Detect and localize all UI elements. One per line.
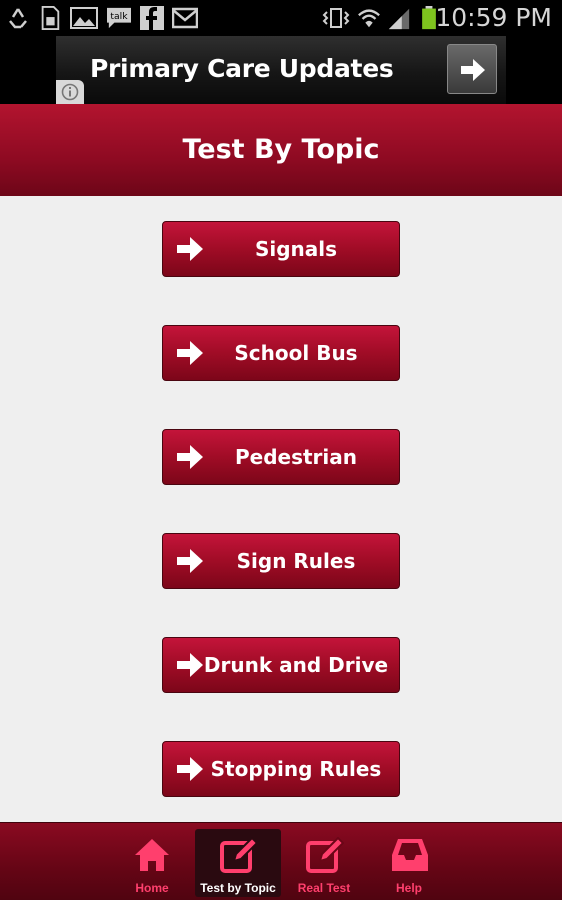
nav-label: Home (135, 881, 169, 895)
status-time: 10:59 PM (435, 3, 552, 32)
edit-icon (220, 837, 258, 873)
inbox-icon (392, 839, 428, 871)
topic-label: Pedestrian (234, 445, 358, 469)
nav-label: Help (395, 881, 422, 895)
vibrate-icon (322, 8, 350, 28)
topic-label: Drunk and Drive (203, 653, 389, 677)
nav-test-by-topic[interactable]: Test by Topic (195, 829, 281, 897)
topic-label: School Bus (234, 341, 358, 365)
topic-button-pedestrian[interactable]: Pedestrian (162, 429, 400, 485)
nav-label: Real Test (297, 881, 351, 895)
page-title: Test By Topic (182, 134, 380, 165)
bottom-nav: Home Test by Topic Real Test Help (0, 822, 562, 900)
nav-real-test[interactable]: Real Test (281, 829, 367, 897)
talk-icon: talk (107, 7, 131, 29)
ad-info-button[interactable] (56, 80, 84, 104)
topic-button-sign-rules[interactable]: Sign Rules (162, 533, 400, 589)
sim-icon (41, 6, 60, 30)
facebook-icon (140, 6, 164, 30)
topic-button-drunk-and-drive[interactable]: Drunk and Drive (162, 637, 400, 693)
topic-button-school-bus[interactable]: School Bus (162, 325, 400, 381)
ad-arrow-button[interactable] (447, 44, 497, 94)
status-bar: talk 10:59 PM (0, 0, 562, 36)
gallery-icon (70, 7, 98, 29)
info-icon (61, 83, 79, 101)
signal-icon (388, 8, 410, 30)
topic-label: Sign Rules (236, 549, 356, 573)
nav-label: Test by Topic (200, 881, 276, 895)
recycle-icon (9, 8, 27, 29)
page-header: Test By Topic (0, 104, 562, 196)
nav-help[interactable]: Help (366, 829, 452, 897)
arrow-right-icon (461, 59, 485, 81)
home-icon (135, 839, 169, 871)
svg-text:talk: talk (110, 11, 128, 22)
ad-banner[interactable]: Primary Care Updates (56, 36, 506, 104)
topic-label: Signals (254, 237, 338, 261)
edit-icon (306, 837, 344, 873)
ad-container: Primary Care Updates (0, 36, 562, 104)
topic-button-signals[interactable]: Signals (162, 221, 400, 277)
gmail-icon (172, 7, 198, 29)
ad-title: Primary Care Updates (90, 54, 394, 83)
wifi-icon (358, 9, 380, 28)
topic-label: Stopping Rules (210, 757, 382, 781)
nav-home[interactable]: Home (109, 829, 195, 897)
topic-button-stopping-rules[interactable]: Stopping Rules (162, 741, 400, 797)
